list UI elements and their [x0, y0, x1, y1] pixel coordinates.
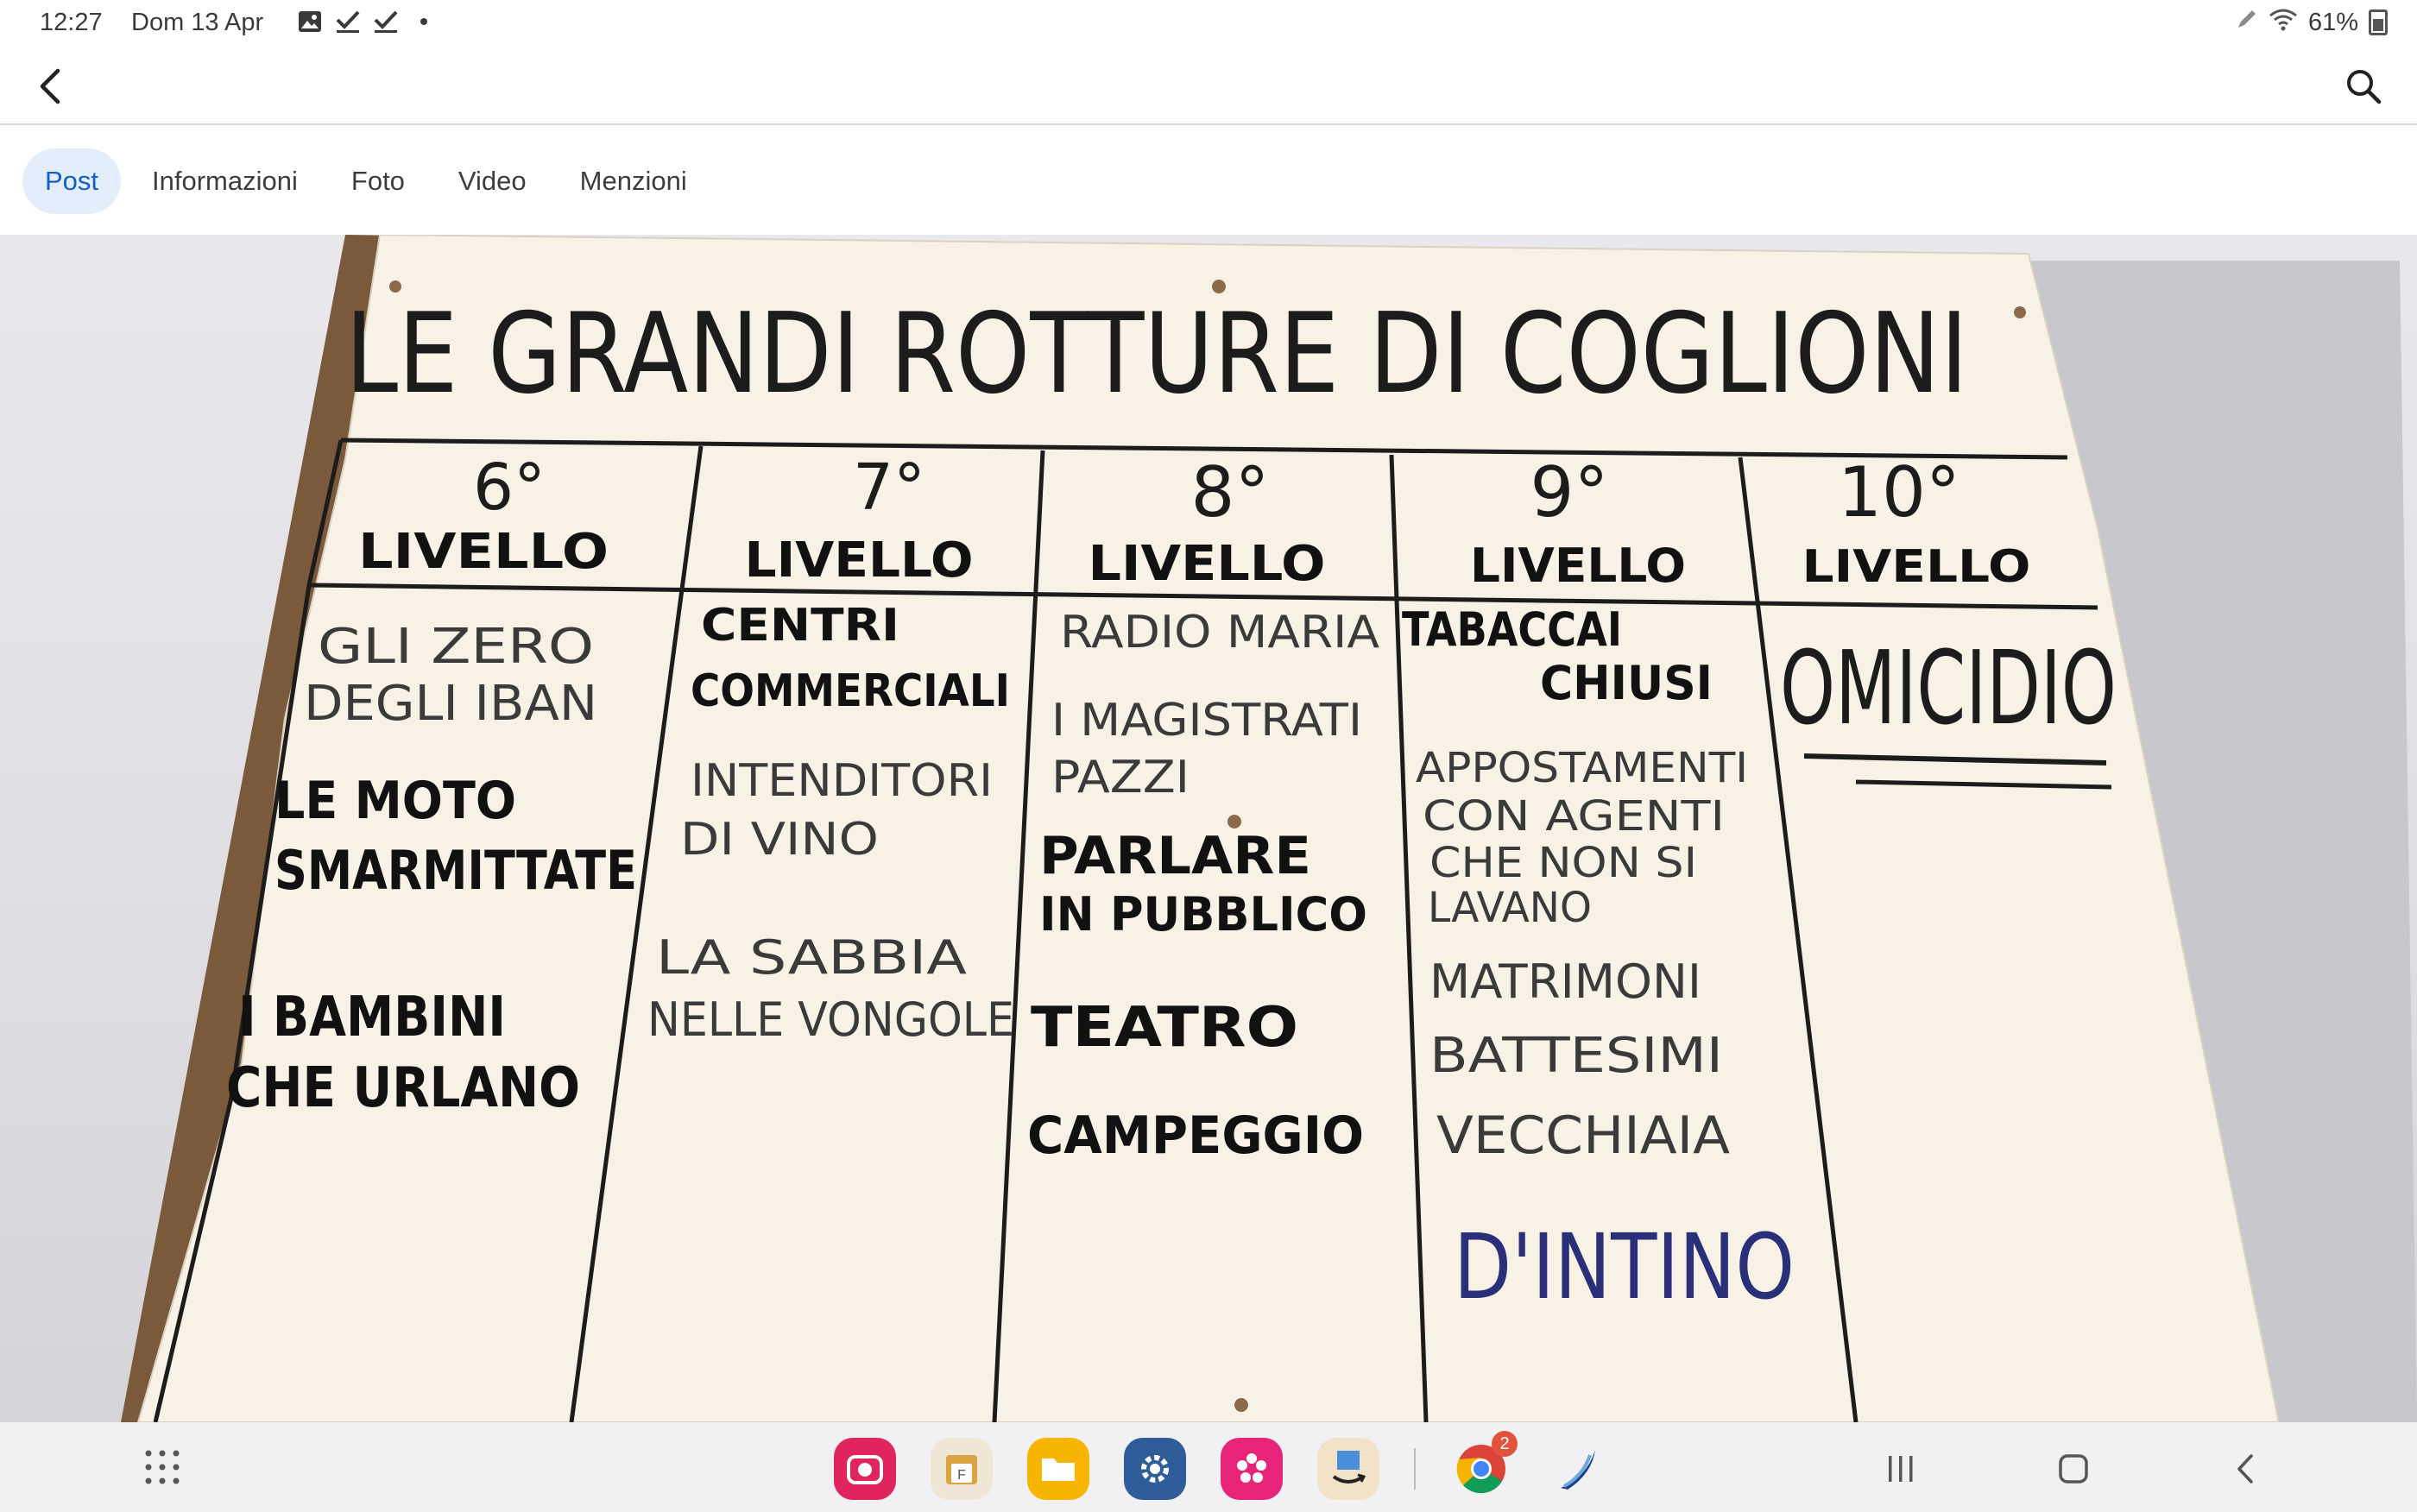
- system-status: 61%: [2236, 7, 2388, 38]
- list-item: COMMERCIALI: [691, 665, 1010, 717]
- check-icon: [373, 9, 399, 35]
- app-dock: F 2: [834, 1431, 1609, 1500]
- list-item: CAMPEGGIO: [1027, 1106, 1364, 1166]
- list-item: CHE URLANO: [226, 1056, 580, 1120]
- list-item: CHE NON SI: [1429, 839, 1697, 887]
- svg-text:F: F: [957, 1468, 966, 1483]
- profile-tabs: Post Informazioni Foto Video Menzioni: [22, 147, 710, 216]
- status-bar: 12:27 Dom 13 Apr 61%: [0, 0, 2417, 48]
- battery-percentage: 61%: [2307, 8, 2358, 36]
- list-item: SMARMITTATE: [275, 839, 637, 902]
- wifi-icon: [2269, 7, 2298, 38]
- tab-menzioni[interactable]: Menzioni: [558, 148, 710, 214]
- col-8-number: 8°: [1191, 452, 1270, 532]
- list-item: CHIUSI: [1540, 656, 1713, 710]
- list-item: I MAGISTRATI: [1051, 695, 1362, 747]
- col-6-number: 6°: [473, 450, 546, 525]
- tab-informazioni[interactable]: Informazioni: [129, 148, 320, 214]
- list-item: D'INTINO: [1454, 1214, 1795, 1320]
- folder-icon[interactable]: [1027, 1438, 1089, 1500]
- app-bar: [0, 48, 2417, 124]
- dock-separator: [1414, 1448, 1416, 1490]
- tab-foto[interactable]: Foto: [329, 148, 427, 214]
- notification-icons: [297, 9, 437, 35]
- search-icon: [2347, 70, 2382, 104]
- swift-app-icon[interactable]: [1547, 1438, 1609, 1500]
- list-item: PAZZI: [1051, 752, 1190, 803]
- navigation-bar: F 2: [0, 1422, 2417, 1512]
- dot-icon: [411, 9, 437, 35]
- recents-button[interactable]: [1877, 1445, 1925, 1493]
- list-item: LAVANO: [1428, 884, 1592, 932]
- home-button[interactable]: [2049, 1445, 2098, 1493]
- list-item: MATRIMONI: [1429, 954, 1701, 1009]
- list-item: IN PUBBLICO: [1039, 887, 1367, 942]
- col-7-level: LIVELLO: [745, 532, 974, 589]
- list-item: I BAMBINI: [238, 986, 506, 1049]
- list-item: TABACCAI: [1402, 602, 1622, 657]
- list-item: DEGLI IBAN: [304, 676, 597, 732]
- list-item: GLI ZERO: [318, 619, 594, 675]
- list-item: LA SABBIA: [656, 930, 967, 985]
- recents-icon: [1889, 1456, 1913, 1482]
- post-photo[interactable]: LE GRANDI ROTTURE DI COGLIONI 6° LIVELLO…: [0, 235, 2417, 1422]
- check-icon: [335, 9, 361, 35]
- col-8-level: LIVELLO: [1089, 536, 1326, 592]
- col-9-level: LIVELLO: [1470, 539, 1686, 593]
- list-item: NELLE VONGOLE: [647, 992, 1014, 1047]
- back-nav-icon: [2237, 1454, 2253, 1484]
- list-item: INTENDITORI: [691, 755, 993, 807]
- list-item: CON AGENTI: [1423, 792, 1725, 841]
- whiteboard-photo: LE GRANDI ROTTURE DI COGLIONI 6° LIVELLO…: [121, 235, 2417, 1422]
- col-7-number: 7°: [853, 450, 925, 525]
- home-icon: [2059, 1454, 2088, 1484]
- apps-grid-icon[interactable]: [143, 1448, 181, 1486]
- gallery-icon[interactable]: [1221, 1438, 1283, 1500]
- search-button[interactable]: [2339, 62, 2388, 110]
- list-item: APPOSTAMENTI: [1416, 744, 1748, 792]
- settings-icon[interactable]: [1124, 1438, 1186, 1500]
- list-item: CENTRI: [701, 600, 899, 652]
- status-time: 12:27: [40, 9, 103, 36]
- list-item: OMICIDIO: [1780, 628, 2117, 747]
- list-item: TEATRO: [1031, 996, 1298, 1060]
- col-9-number: 9°: [1530, 452, 1609, 532]
- list-item: RADIO MARIA: [1060, 607, 1379, 658]
- amazon-icon[interactable]: [1317, 1438, 1379, 1500]
- list-item: BATTESIMI: [1429, 1028, 1723, 1084]
- image-icon: [297, 9, 323, 35]
- camera-app-icon[interactable]: [834, 1438, 896, 1500]
- list-item: LE MOTO: [275, 771, 516, 831]
- list-item: PARLARE: [1039, 826, 1311, 886]
- pen-icon: [2236, 8, 2258, 37]
- photo-title: LE GRANDI ROTTURE DI COGLIONI: [345, 290, 1968, 419]
- col-6-level: LIVELLO: [358, 524, 609, 580]
- list-item: VECCHIAIA: [1436, 1106, 1730, 1166]
- battery-icon: [2369, 9, 2388, 35]
- status-date: Dom 13 Apr: [131, 9, 264, 36]
- app-bar-divider: [0, 123, 2417, 125]
- tab-post[interactable]: Post: [22, 148, 122, 214]
- notification-badge: 2: [1492, 1431, 1518, 1457]
- list-item: DI VINO: [680, 814, 879, 866]
- back-button[interactable]: [26, 62, 74, 110]
- chrome-icon[interactable]: 2: [1450, 1431, 1518, 1500]
- col-10-number: 10°: [1838, 452, 1960, 532]
- file-manager-icon[interactable]: F: [931, 1438, 993, 1500]
- back-nav-button[interactable]: [2222, 1445, 2270, 1493]
- tab-video[interactable]: Video: [436, 148, 549, 214]
- col-10-level: LIVELLO: [1802, 541, 2031, 593]
- chevron-left-icon: [40, 68, 60, 104]
